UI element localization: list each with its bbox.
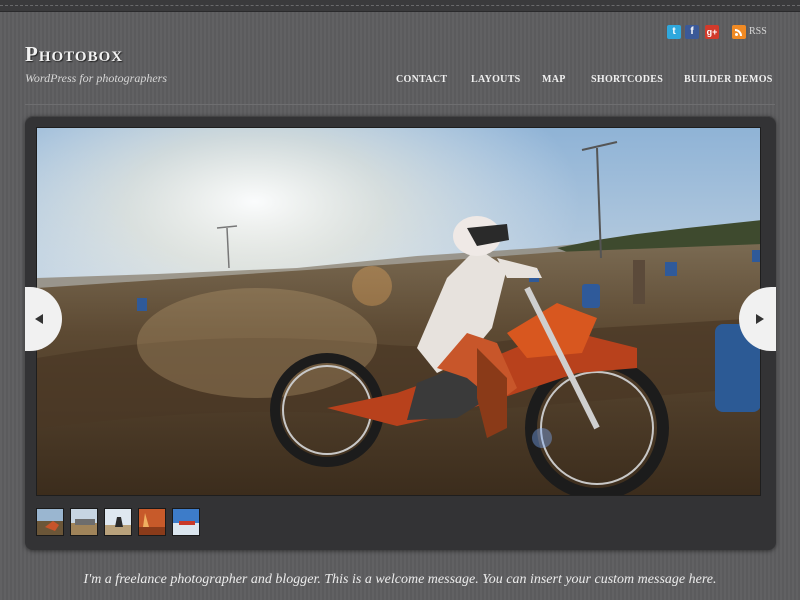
- welcome-message: I'm a freelance photographer and blogger…: [83, 572, 717, 587]
- slide-thumbnail[interactable]: [104, 508, 132, 536]
- rss-link[interactable]: RSS: [749, 26, 767, 37]
- top-stitch-border: [0, 0, 800, 12]
- slide-thumbnail[interactable]: [70, 508, 98, 536]
- nav-item-shortcodes[interactable]: SHORTCODES: [591, 74, 663, 85]
- google-plus-icon[interactable]: g+: [705, 25, 719, 39]
- slide-thumbnail[interactable]: [36, 508, 64, 536]
- nav-item-layouts[interactable]: LAYOUTS: [471, 74, 521, 85]
- chevron-left-icon: [35, 314, 43, 324]
- slide-thumbnail[interactable]: [138, 508, 166, 536]
- slide-image: [36, 127, 761, 496]
- slide-thumbnail[interactable]: [172, 508, 200, 536]
- facebook-icon[interactable]: f: [685, 25, 699, 39]
- main-navigation: CONTACT LAYOUTS MAP SHORTCODES BUILDER D…: [0, 74, 800, 88]
- nav-item-map[interactable]: MAP: [542, 74, 566, 85]
- site-logo[interactable]: Photobox: [25, 42, 123, 67]
- header-divider: [25, 104, 775, 105]
- nav-item-contact[interactable]: CONTACT: [396, 74, 447, 85]
- chevron-right-icon: [756, 314, 764, 324]
- rss-icon[interactable]: [732, 25, 746, 39]
- nav-item-builder-demos[interactable]: BUILDER DEMOS: [684, 74, 773, 85]
- twitter-icon[interactable]: t: [667, 25, 681, 39]
